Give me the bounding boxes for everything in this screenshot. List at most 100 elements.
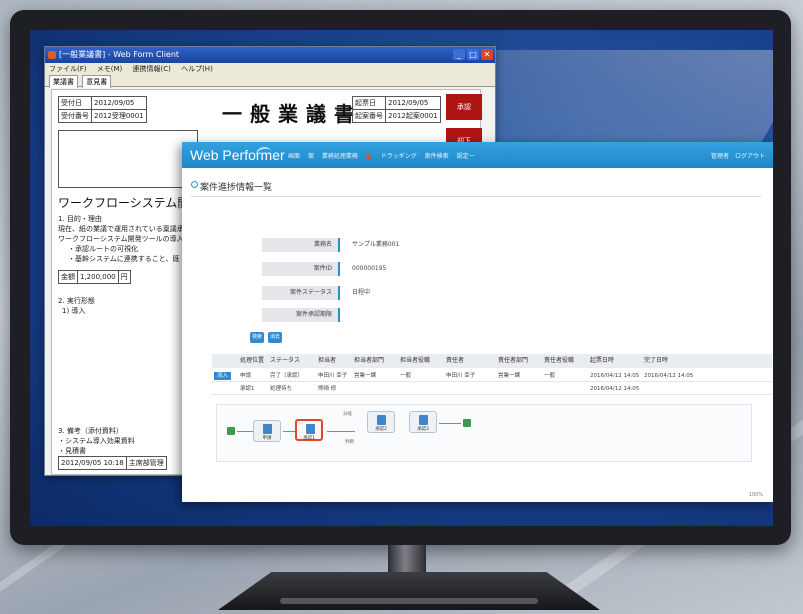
document-icon (419, 415, 428, 425)
monitor-screen: [一般業議書] - Web Form Client _ □ ✕ ファイル(F) … (30, 30, 773, 526)
user-menu[interactable]: 管理者 ログアウト (711, 151, 765, 160)
flow-connector (283, 431, 295, 432)
doc-header-table-right: 起票日 2012/09/05 起案番号 2012起案0001 (352, 96, 441, 123)
flow-node-label: 承認1 (303, 436, 315, 441)
cell-manager-dept: 営業一課 (498, 373, 521, 379)
minimize-button[interactable]: _ (453, 49, 465, 60)
col-assignee[interactable]: 担当者 (318, 354, 336, 368)
business-name-label: 業務名 (262, 238, 340, 252)
zoom-indicator[interactable]: 100% (749, 492, 763, 498)
cell-issued-at: 2016/04/12 14:05 (590, 386, 640, 392)
web-performer-window: Web Performer 画面 案 業務処理業務 ドラッギング 案件検索 設定… (182, 142, 773, 502)
nav-item-screen[interactable]: 画面 (288, 153, 300, 160)
body-line-6: 2. 実行形態 (58, 297, 95, 305)
body-line-10: ・見積書 (58, 447, 86, 455)
issue-date-value[interactable]: 2012/09/05 (385, 96, 441, 110)
cell-assignee-role: 一般 (400, 373, 412, 379)
flow-node-approve1[interactable]: 承認1 (295, 419, 323, 441)
flow-node-apply[interactable]: 申請 (253, 420, 281, 442)
menu-file[interactable]: ファイル(F) (49, 65, 87, 73)
flow-node-label: 承認3 (417, 427, 429, 432)
col-issued-at[interactable]: 起票日時 (590, 354, 614, 368)
tab-approval-doc[interactable]: 業議書 (49, 75, 78, 88)
progress-table-header: 処理位置 ステータス 担当者 担当者部門 担当者役職 責任者 責任者部門 責任者… (212, 354, 772, 368)
close-button[interactable]: ✕ (481, 49, 493, 60)
receipt-no-value[interactable]: 2012受理0001 (91, 109, 147, 123)
receipt-date-value[interactable]: 2012/09/05 (91, 96, 147, 110)
col-manager[interactable]: 責任者 (446, 354, 464, 368)
case-deadline-label: 案件承認期限 (262, 308, 340, 322)
nav-item-settings[interactable]: 設定ー (457, 153, 475, 160)
body-line-9: ・システム導入効果資料 (58, 437, 135, 445)
col-status[interactable]: ステータス (270, 354, 300, 368)
cell-assignee: 熊崎 修 (318, 386, 337, 392)
main-nav: 画面 案 業務処理業務 ドラッギング 案件検索 設定ー (288, 151, 481, 160)
tab-opinion-doc[interactable]: 意見書 (82, 75, 112, 88)
monitor-stand-neck (388, 545, 426, 575)
table-row[interactable]: 承認1 処理待ち 熊崎 修 2016/04/12 14:05 (212, 383, 772, 395)
col-completed-at[interactable]: 完了日時 (644, 354, 668, 368)
case-status-value[interactable]: 日程中 (352, 286, 370, 300)
menu-help[interactable]: ヘルプ(H) (181, 65, 213, 73)
table-row[interactable]: 流入 申請 完了（承認） 申田川 幸子 営業一課 一般 申田川 幸子 営業一課 … (212, 370, 772, 382)
workflow-diagram: 申請 承認1 分岐 判断 承認2 承認3 (216, 404, 752, 462)
nav-item-draft[interactable]: 案 (308, 153, 314, 160)
receipt-no-label: 受付番号 (58, 109, 92, 123)
flow-connector (237, 431, 253, 432)
case-status-label: 案件ステータス (262, 286, 340, 300)
page-title: 案件進捗情報一覧 (200, 183, 273, 193)
body-line-3: ワークフローシステム開発ツールの導入 (58, 235, 184, 243)
flow-node-label: 申請 (262, 436, 272, 441)
footer-date: 2012/09/05 10:18 (58, 456, 127, 470)
nav-item-business[interactable]: 業務処理業務 (322, 153, 373, 160)
col-assignee-role[interactable]: 担当者役職 (400, 354, 430, 368)
amount-unit: 円 (117, 270, 131, 284)
flow-node-approve2[interactable]: 承認2 (367, 411, 395, 433)
form-client-menubar: ファイル(F) メモ(M) 連携情報(C) ヘルプ(H) (45, 63, 495, 75)
body-line-8: 3. 備考（添付資料） (58, 427, 123, 435)
maximize-button[interactable]: □ (467, 49, 479, 60)
document-icon (263, 424, 272, 434)
case-id-label: 案件ID (262, 262, 340, 276)
cell-issued-at: 2016/04/12 14:05 (590, 373, 640, 379)
flow-decision-label: 判断 (345, 440, 354, 445)
search-button[interactable]: 検索 (250, 332, 264, 343)
app-icon (48, 51, 56, 59)
nav-item-dragging[interactable]: ドラッギング (381, 153, 417, 160)
flow-node-approve3[interactable]: 承認3 (409, 411, 437, 433)
title-divider (191, 196, 761, 197)
clear-button[interactable]: 消去 (268, 332, 282, 343)
flow-end-icon (463, 419, 471, 427)
body-line-2: 現在、紙の業議で運用されている稟議承認 (58, 225, 191, 233)
approve-stamp-button[interactable]: 承認 (446, 94, 482, 120)
case-id-value[interactable]: 000000195 (352, 262, 386, 276)
col-manager-dept[interactable]: 責任者部門 (498, 354, 528, 368)
notification-dot-icon (365, 154, 371, 159)
amount-value[interactable]: 1,200,000 (77, 270, 119, 284)
document-icon (306, 424, 315, 434)
menu-memo[interactable]: メモ(M) (97, 65, 123, 73)
issue-date-label: 起票日 (352, 96, 386, 110)
approval-no-value[interactable]: 2012起案0001 (385, 109, 441, 123)
cell-position: 承認1 (240, 386, 255, 392)
row-tag-badge: 流入 (214, 372, 232, 380)
menu-link[interactable]: 連携情報(C) (132, 65, 170, 73)
body-line-1: 1. 目的・理由 (58, 215, 102, 223)
flow-connector (327, 431, 355, 432)
cell-manager: 申田川 幸子 (446, 373, 476, 379)
flow-branch-label: 分岐 (343, 412, 352, 417)
form-tabs: 業議書 意見書 (45, 75, 495, 88)
col-position[interactable]: 処理位置 (240, 354, 264, 368)
monitor-stand-base (218, 572, 600, 610)
col-assignee-dept[interactable]: 担当者部門 (354, 354, 384, 368)
flow-start-icon (227, 427, 235, 435)
cell-completed-at: 2016/04/12 14:05 (644, 373, 694, 379)
amount-table: 金額 1,200,000 円 (58, 270, 131, 284)
business-name-value[interactable]: サンプル業務001 (352, 238, 399, 252)
nav-item-case-search[interactable]: 案件検索 (425, 153, 449, 160)
doc-header-table-left: 受付日 2012/09/05 受付番号 2012受理0001 (58, 96, 147, 123)
cell-assignee-dept: 営業一課 (354, 373, 377, 379)
col-manager-role[interactable]: 責任者役職 (544, 354, 574, 368)
approver-box (58, 130, 198, 188)
cell-status: 完了（承認） (270, 373, 304, 379)
